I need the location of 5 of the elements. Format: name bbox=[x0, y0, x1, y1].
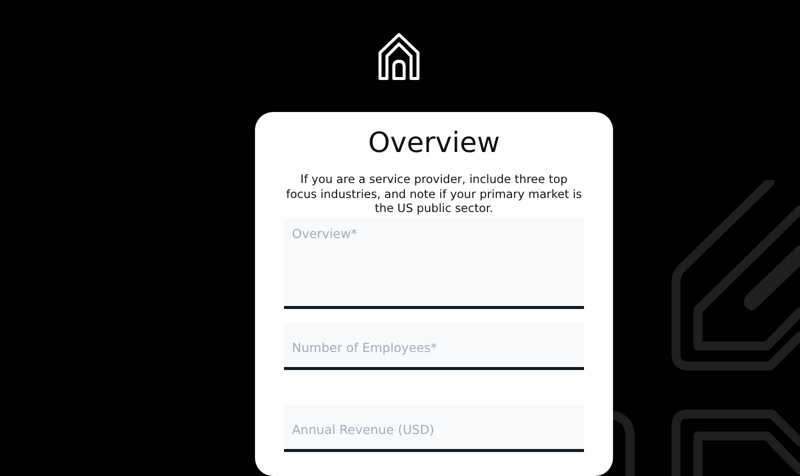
form-title: Overview bbox=[368, 126, 500, 160]
overview-field[interactable]: Overview* bbox=[284, 218, 584, 308]
input-field[interactable]: Annual Revenue (USD) bbox=[284, 404, 584, 452]
form-description: If you are a service provider, include three top focus industries, and note if your primary market is the US public sector. bbox=[285, 172, 583, 216]
input-field[interactable]: Number of Employees* bbox=[284, 322, 584, 370]
